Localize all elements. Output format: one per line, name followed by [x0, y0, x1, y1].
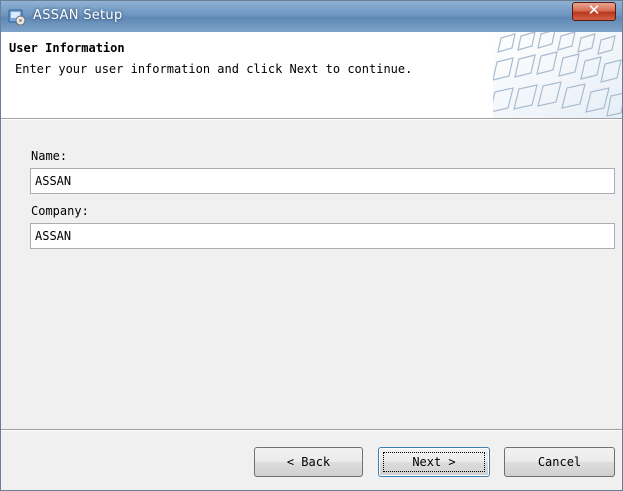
next-button-label: Next >	[412, 455, 456, 469]
keyboard-keys-banner	[493, 32, 622, 118]
page-description: Enter your user information and click Ne…	[15, 62, 413, 76]
next-button[interactable]: Next >	[378, 447, 490, 477]
setup-installer-icon	[8, 9, 26, 26]
close-icon: ✕	[587, 1, 601, 19]
cancel-button-label: Cancel	[537, 455, 582, 469]
footer-separator	[1, 429, 622, 431]
back-button-label: < Back	[286, 455, 331, 469]
window-title: ASSAN Setup	[33, 8, 123, 23]
setup-dialog: ASSAN Setup ✕ User Information Enter you…	[0, 0, 623, 491]
header-separator	[1, 118, 622, 120]
back-button[interactable]: < Back	[254, 447, 363, 477]
cancel-button[interactable]: Cancel	[504, 447, 615, 477]
company-label: Company:	[31, 204, 89, 218]
close-button[interactable]: ✕	[572, 1, 616, 21]
company-field[interactable]	[30, 223, 615, 249]
header-panel: User Information Enter your user informa…	[1, 32, 622, 118]
name-field[interactable]	[30, 168, 615, 194]
page-title: User Information	[9, 41, 125, 55]
name-label: Name:	[31, 149, 68, 163]
title-bar[interactable]: ASSAN Setup ✕	[1, 1, 622, 32]
